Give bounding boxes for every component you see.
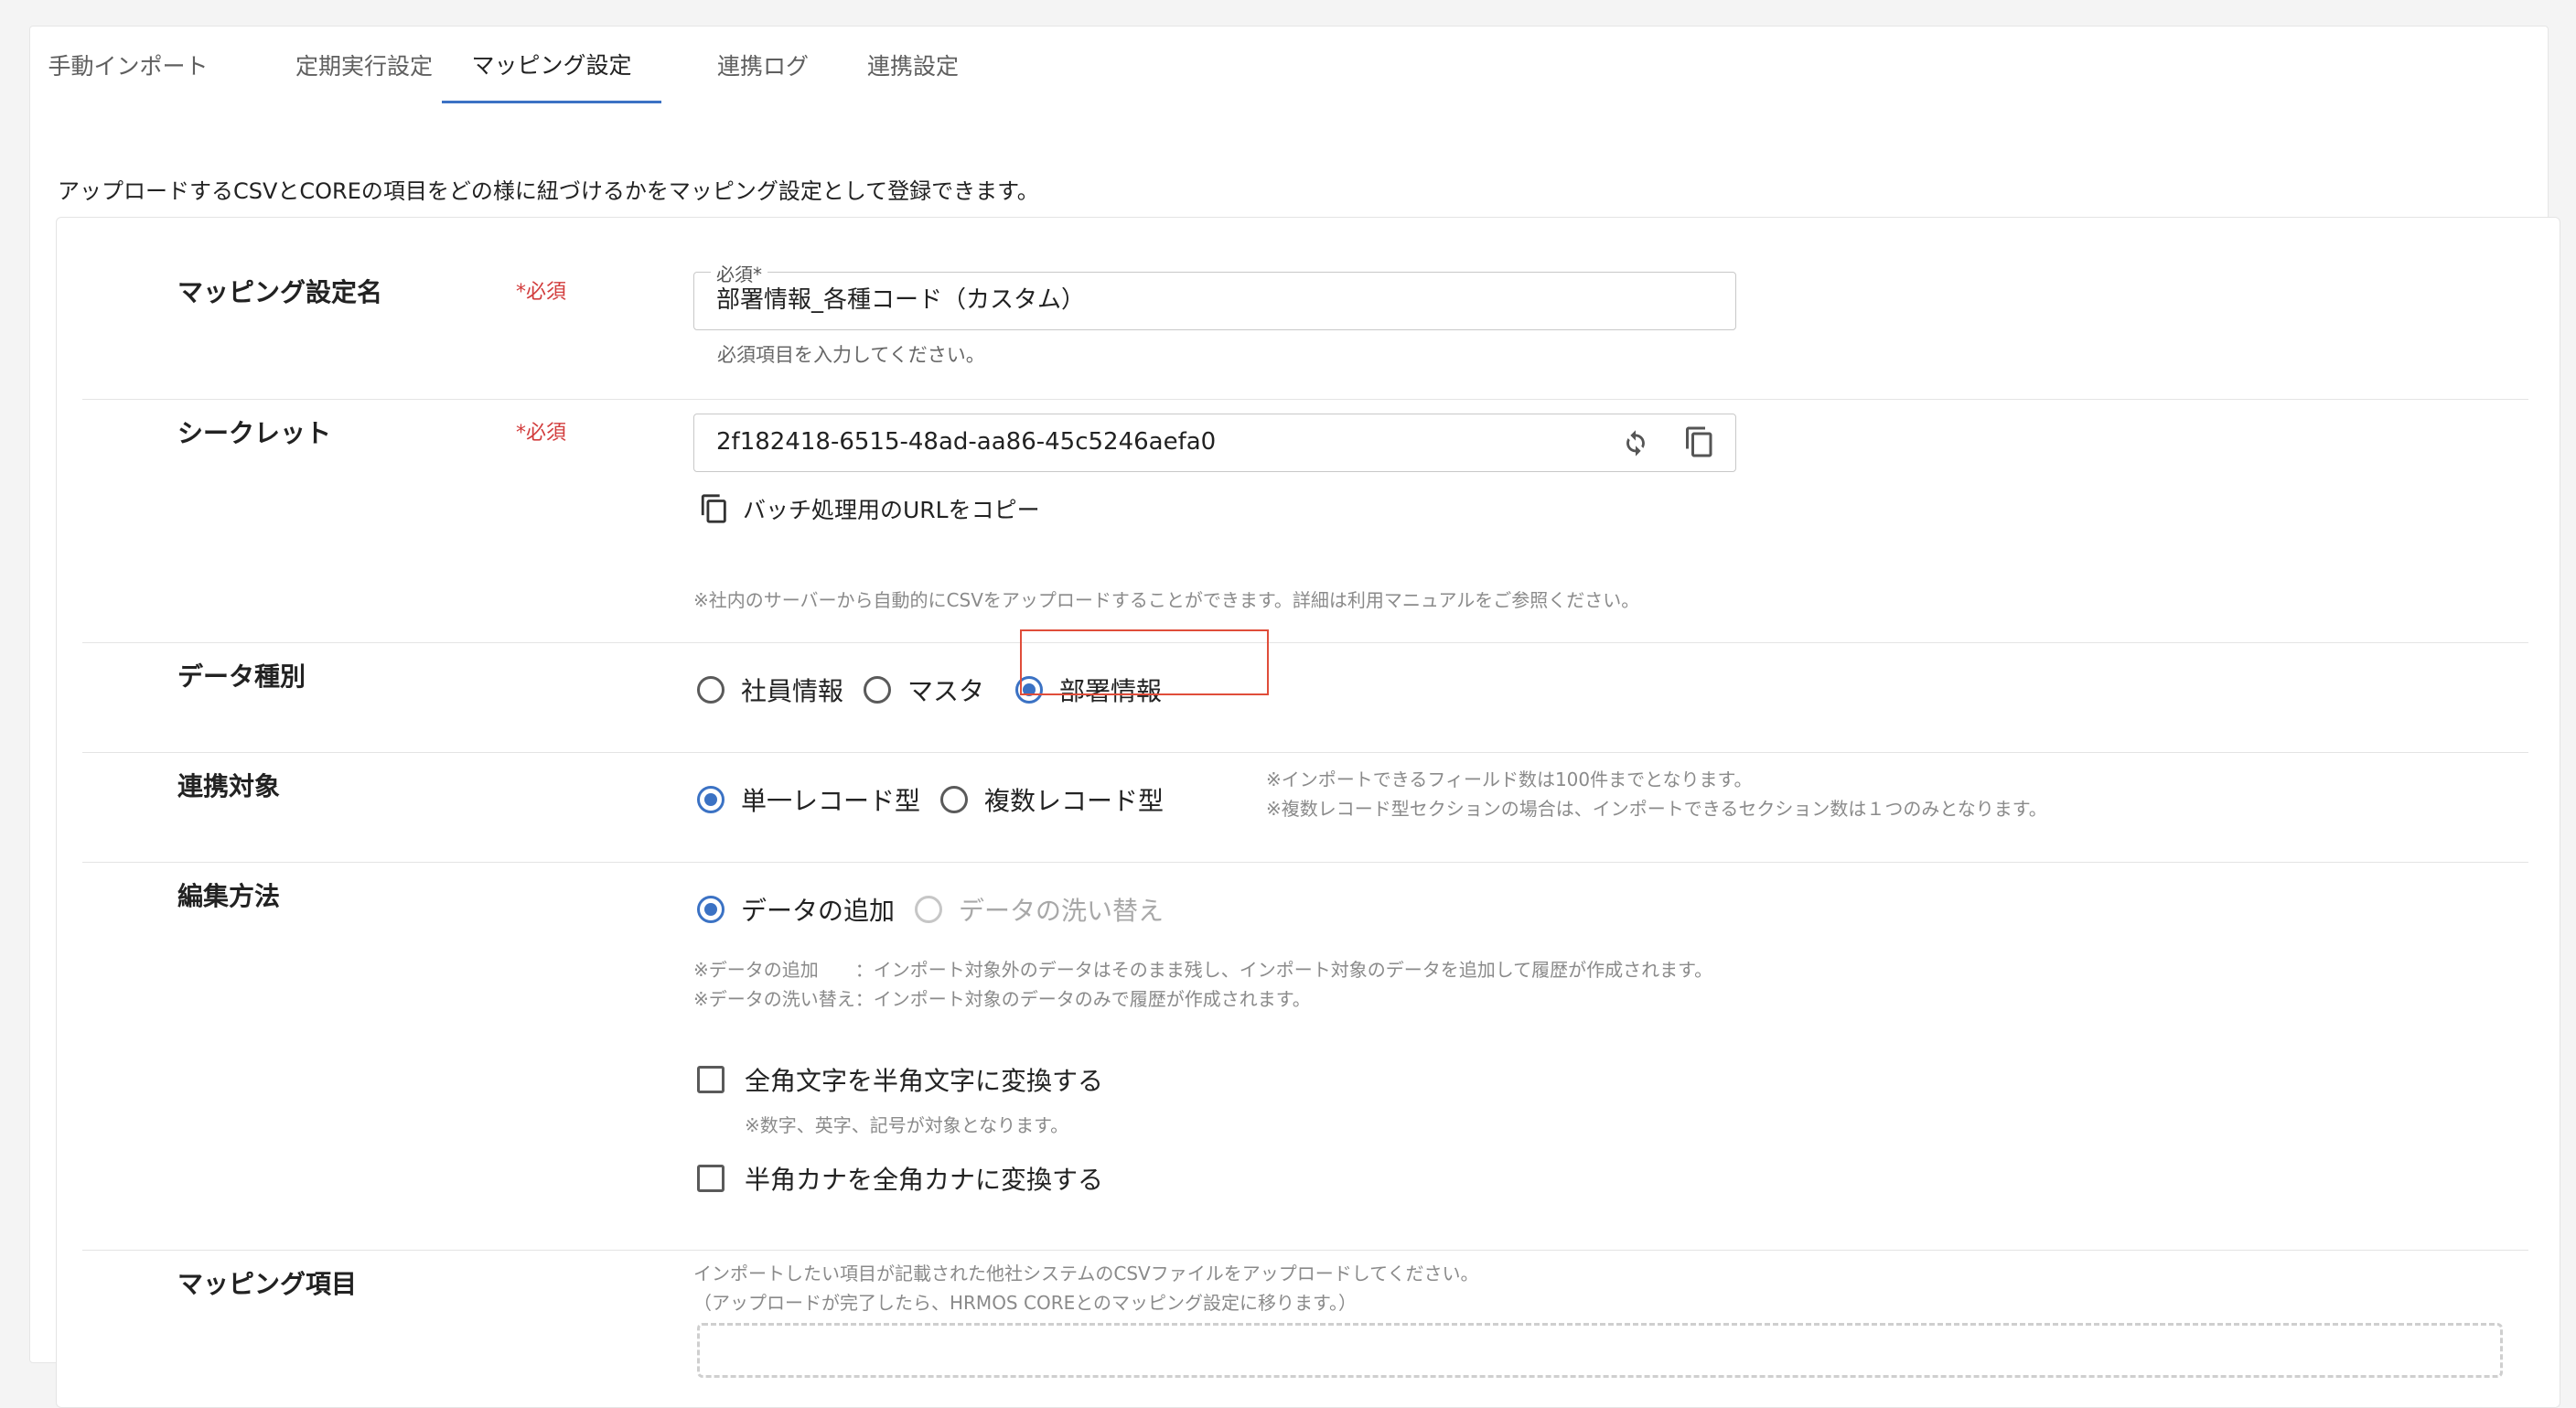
mapping-items-note: （アップロードが完了したら、HRMOS COREとのマッピング設定に移ります。） <box>693 1292 1358 1314</box>
checkbox-unchecked-icon <box>697 1066 724 1093</box>
mapping-name-helper: 必須項目を入力してください。 <box>717 344 985 366</box>
required-mark: *必須 <box>516 422 567 445</box>
mapping-items-label: マッピング項目 <box>177 1269 358 1299</box>
settings-card: 手動インポート 定期実行設定 マッピング設定 連携ログ 連携設定 アップロードす… <box>29 26 2560 1408</box>
data-type-label: データ種別 <box>177 661 306 692</box>
copy-batch-url-label: バッチ処理用のURLをコピー <box>743 497 1040 523</box>
radio-unchecked-icon <box>697 676 724 704</box>
mapping-items-note: インポートしたい項目が記載された他社システムのCSVファイルをアップロードしてく… <box>693 1263 1479 1284</box>
edit-method-radio-group: データの追加 データの洗い替え <box>697 887 1184 932</box>
target-radio-group: 単一レコード型 複数レコード型 <box>697 777 1184 822</box>
secret-note: ※社内のサーバーから自動的にCSVをアップロードすることができます。詳細は利用マ… <box>693 589 1640 611</box>
copy-icon[interactable] <box>1681 424 1718 460</box>
edit-method-note: ※データの追加 ：インポート対象外のデータはそのまま残し、インポート対象のデータ… <box>693 959 1713 981</box>
radio-label: マスタ <box>907 676 985 706</box>
radio-replace-data[interactable]: データの洗い替え <box>915 891 1164 928</box>
checkbox-note: ※数字、英字、記号が対象となります。 <box>745 1114 1069 1136</box>
radio-label: データの追加 <box>741 896 896 926</box>
row-divider <box>82 752 2528 753</box>
radio-label: データの洗い替え <box>959 896 1165 926</box>
edit-method-note: ※データの洗い替え：インポート対象のデータのみで履歴が作成されます。 <box>693 988 1311 1010</box>
radio-multiple-record[interactable]: 複数レコード型 <box>940 781 1164 818</box>
mapping-form: マッピング設定名 *必須 必須* 部署情報_各種コード（カスタム） 必須項目を入… <box>56 217 2560 1408</box>
row-divider <box>82 1250 2528 1251</box>
row-divider <box>82 399 2528 400</box>
csv-upload-dropzone[interactable] <box>697 1323 2503 1378</box>
tab-bar: 手動インポート 定期実行設定 マッピング設定 連携ログ 連携設定 <box>30 27 2548 103</box>
target-note: ※複数レコード型セクションの場合は、インポートできるセクション数は１つのみとなり… <box>1266 798 2047 820</box>
intro-text: アップロードするCSVとCOREの項目をどの様に紐づけるかをマッピング設定として… <box>58 178 1039 204</box>
edit-method-label: 編集方法 <box>177 881 281 911</box>
fullwidth-to-halfwidth-checkbox[interactable]: 全角文字を半角文字に変換する <box>697 1061 1103 1098</box>
radio-unchecked-icon <box>864 676 892 704</box>
checkbox-label: 半角カナを全角カナに変換する <box>745 1165 1104 1195</box>
tab-scheduled-run[interactable]: 定期実行設定 <box>264 27 464 103</box>
target-label: 連携対象 <box>177 771 281 801</box>
row-divider <box>82 642 2528 643</box>
radio-single-record[interactable]: 単一レコード型 <box>697 781 920 818</box>
secret-field: 2f182418-6515-48ad-aa86-45c5246aefa0 <box>693 414 1736 472</box>
radio-append-data[interactable]: データの追加 <box>697 891 895 928</box>
tab-integration-log[interactable]: 連携ログ <box>682 27 844 103</box>
radio-label: 社員情報 <box>741 676 844 706</box>
radio-employee-info[interactable]: 社員情報 <box>697 672 843 708</box>
radio-checked-icon <box>697 896 724 923</box>
radio-label: 複数レコード型 <box>984 786 1165 816</box>
radio-disabled-icon <box>915 896 943 923</box>
radio-label: 単一レコード型 <box>741 786 921 816</box>
copy-icon <box>699 493 730 524</box>
secret-label: シークレット <box>177 418 332 448</box>
checkbox-unchecked-icon <box>697 1165 724 1192</box>
tab-manual-import[interactable]: 手動インポート <box>30 27 226 103</box>
radio-unchecked-icon <box>940 786 969 813</box>
halfwidth-kana-to-fullwidth-checkbox[interactable]: 半角カナを全角カナに変換する <box>697 1160 1103 1197</box>
tab-mapping-settings[interactable]: マッピング設定 <box>442 27 661 103</box>
radio-master[interactable]: マスタ <box>864 672 984 708</box>
target-note: ※インポートできるフィールド数は100件までとなります。 <box>1266 768 1753 790</box>
required-mark: *必須 <box>516 281 567 304</box>
mapping-name-value: 部署情報_各種コード（カスタム） <box>716 286 1086 314</box>
tab-integration-settings[interactable]: 連携設定 <box>828 27 998 103</box>
mapping-name-input[interactable]: 必須* 部署情報_各種コード（カスタム） <box>693 260 1736 330</box>
checkbox-label: 全角文字を半角文字に変換する <box>745 1066 1104 1096</box>
secret-value: 2f182418-6515-48ad-aa86-45c5246aefa0 <box>716 428 1217 456</box>
refresh-icon[interactable] <box>1617 424 1654 460</box>
copy-batch-url-button[interactable]: バッチ処理用のURLをコピー <box>699 492 1040 525</box>
mapping-name-label: マッピング設定名 <box>177 277 383 307</box>
row-divider <box>82 862 2528 863</box>
radio-checked-icon <box>697 786 724 813</box>
highlight-box <box>1020 629 1269 695</box>
